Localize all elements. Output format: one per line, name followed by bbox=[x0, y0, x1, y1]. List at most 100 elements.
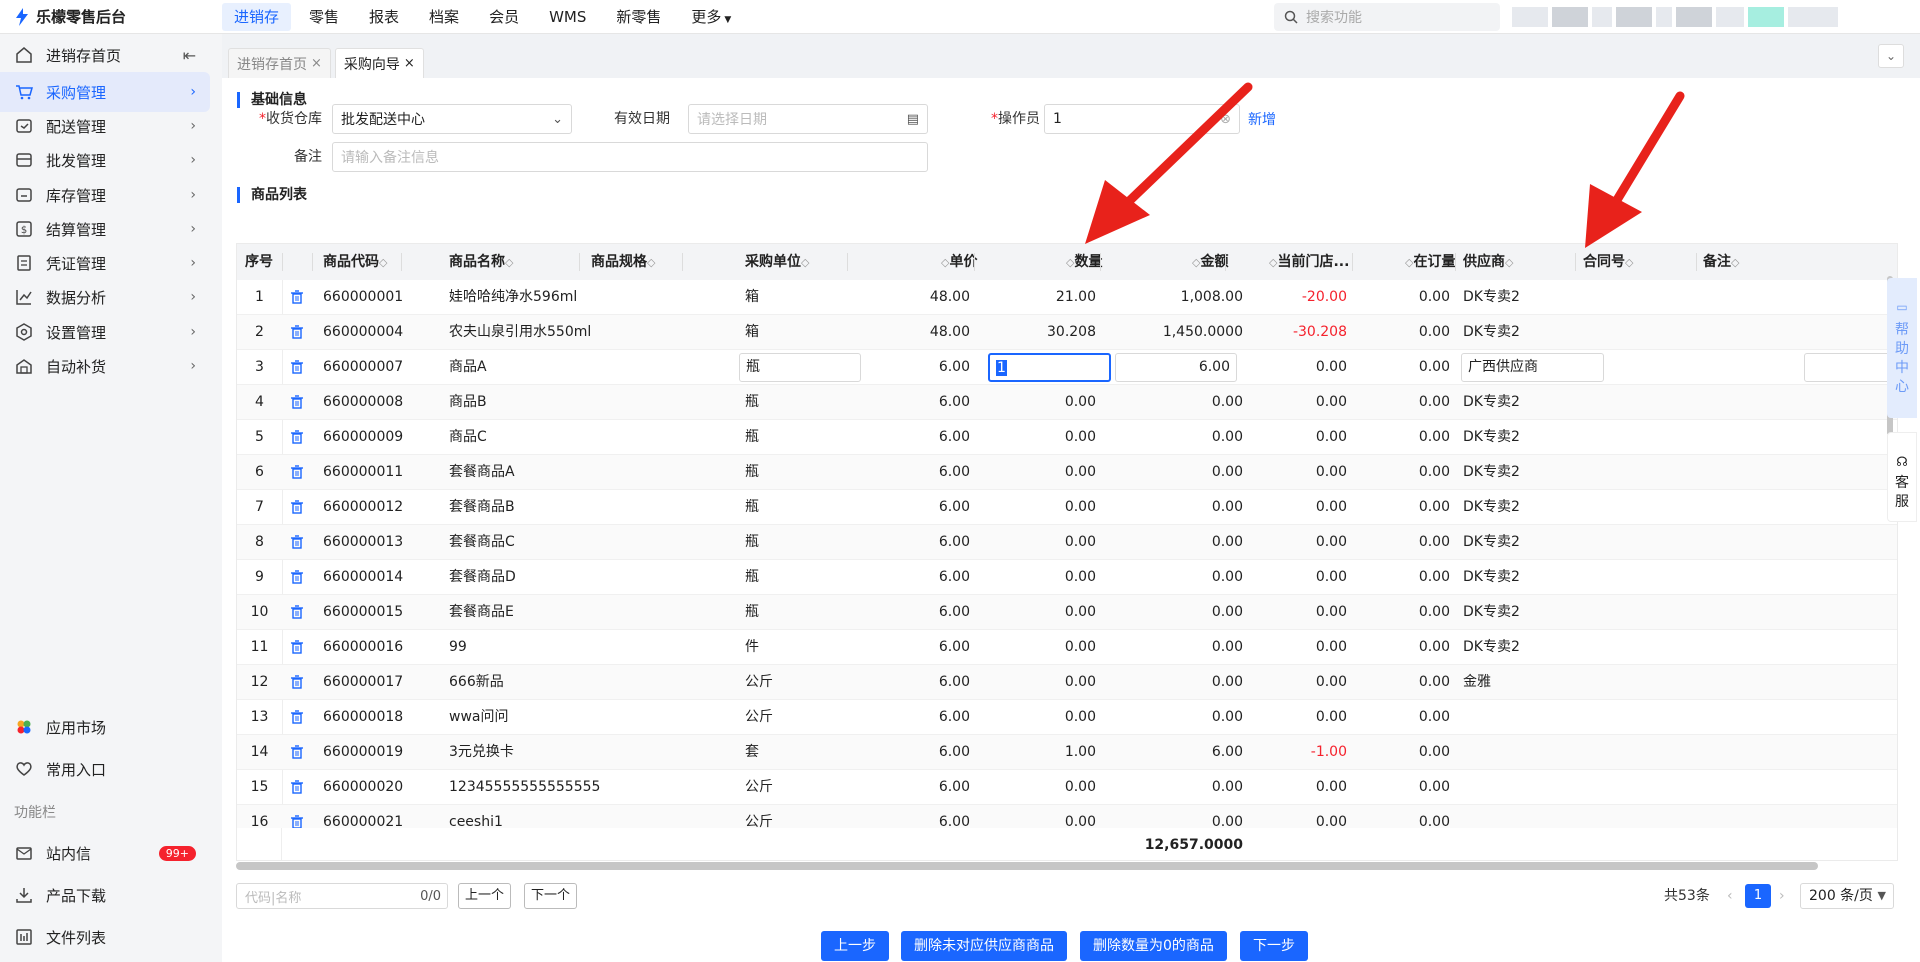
col-header-contract[interactable]: 合同号◇ bbox=[1583, 244, 1633, 280]
find-prev-button[interactable]: 上一个 bbox=[458, 883, 512, 909]
valid-date-picker[interactable]: 请选择日期 ▤ bbox=[688, 104, 928, 134]
delete-row-icon[interactable] bbox=[290, 745, 304, 759]
horizontal-scrollbar[interactable] bbox=[236, 862, 1818, 870]
tab-jxc-home[interactable]: 进销存首页 × bbox=[228, 48, 331, 78]
sidebar-item-messages[interactable]: 站内信 99+ bbox=[0, 833, 210, 873]
search-input[interactable]: 搜索功能 bbox=[1274, 3, 1500, 31]
page-size-select[interactable]: 200 条/页 ▼ bbox=[1800, 883, 1894, 909]
table-row[interactable]: 7 660000012 套餐商品B 瓶 6.00 0.00 0.00 0.00 0.00 DK专卖… bbox=[237, 490, 1897, 525]
sidebar-item-analytics[interactable]: 数据分析 › bbox=[0, 277, 210, 317]
col-header-supplier[interactable]: 供应商◇ bbox=[1463, 244, 1513, 280]
qty-input[interactable]: 1 bbox=[988, 353, 1111, 382]
delete-row-icon[interactable] bbox=[290, 500, 304, 514]
delete-row-icon[interactable] bbox=[290, 570, 304, 584]
nav-jxc[interactable]: 进销存 bbox=[222, 2, 292, 31]
close-icon[interactable]: × bbox=[404, 56, 415, 71]
col-header-qty[interactable]: ◇数量 bbox=[1066, 244, 1102, 280]
nav-new-retail[interactable]: 新零售 bbox=[604, 3, 673, 31]
table-row[interactable]: 5 660000009 商品C 瓶 6.00 0.00 0.00 0.00 0.00 DK专卖2 bbox=[237, 420, 1897, 455]
search-placeholder: 搜索功能 bbox=[1306, 10, 1362, 26]
nav-report[interactable]: 报表 bbox=[357, 3, 411, 31]
table-row[interactable]: 12 660000017 666新品 公斤 6.00 0.00 0.00 0.00 0.00 金雅 bbox=[237, 665, 1897, 700]
table-row[interactable]: 14 660000019 3元兑换卡 套 6.00 1.00 6.00 -1.00 0.00 bbox=[237, 735, 1897, 770]
next-step-button[interactable]: 下一步 bbox=[1240, 931, 1308, 961]
delete-zero-qty-button[interactable]: 删除数量为0的商品 bbox=[1080, 931, 1227, 961]
nav-archive[interactable]: 档案 bbox=[417, 3, 471, 31]
sidebar-item-app-market[interactable]: 应用市场 bbox=[0, 707, 210, 747]
delete-row-icon[interactable] bbox=[290, 430, 304, 444]
col-header-amount[interactable]: ◇金额 bbox=[1192, 244, 1228, 280]
add-operator-link[interactable]: 新增 bbox=[1248, 109, 1276, 129]
delete-row-icon[interactable] bbox=[290, 640, 304, 654]
table-row[interactable]: 1 660000001 娃哈哈纯净水596ml 箱 48.00 21.00 1,008.00… bbox=[237, 280, 1897, 315]
delete-row-icon[interactable] bbox=[290, 395, 304, 409]
table-row[interactable]: 13 660000018 wwa问问 公斤 6.00 0.00 0.00 0.00 0.00 bbox=[237, 700, 1897, 735]
amount-input[interactable]: 6.00 bbox=[1115, 353, 1237, 382]
cell-name: 99 bbox=[449, 639, 467, 655]
sidebar-item-download[interactable]: 产品下载 bbox=[0, 875, 210, 915]
page-next-icon[interactable]: › bbox=[1779, 883, 1785, 909]
col-header-name[interactable]: 商品名称◇ bbox=[449, 244, 513, 280]
supplier-input[interactable]: 广西供应商 bbox=[1461, 353, 1604, 382]
sidebar-item-wholesale[interactable]: 批发管理 › bbox=[0, 140, 210, 180]
delete-row-icon[interactable] bbox=[290, 675, 304, 689]
sidebar-item-jxc-home[interactable]: 进销存首页 ⇤ bbox=[0, 35, 210, 75]
app-logo[interactable]: 乐檬零售后台 bbox=[0, 6, 222, 27]
warehouse-select[interactable]: 批发配送中心 ⌄ bbox=[332, 104, 572, 134]
page-number-current[interactable]: 1 bbox=[1745, 884, 1771, 908]
customer-service-button[interactable]: ☊ 客 服 bbox=[1887, 432, 1917, 522]
nav-member[interactable]: 会员 bbox=[477, 3, 531, 31]
table-row[interactable]: 15 660000020 12345555555555555 公斤 6.00 0.00 0.… bbox=[237, 770, 1897, 805]
delete-row-icon[interactable] bbox=[290, 780, 304, 794]
operator-input[interactable]: 1 ⊗ bbox=[1044, 104, 1240, 134]
table-row[interactable]: 3 660000007 商品A 瓶 6.00 1 6.00 0.00 0.00 广西供应商 bbox=[237, 350, 1897, 385]
col-header-store-stock[interactable]: ◇当前门店... bbox=[1269, 244, 1349, 280]
delete-row-icon[interactable] bbox=[290, 360, 304, 374]
table-row[interactable]: 2 660000004 农夫山泉引用水550ml 箱 48.00 30.208 1,450.… bbox=[237, 315, 1897, 350]
tab-purchase-wizard[interactable]: 采购向导 × bbox=[334, 48, 424, 78]
col-header-on-order[interactable]: ◇在订量 bbox=[1405, 244, 1455, 280]
delete-row-icon[interactable] bbox=[290, 710, 304, 724]
find-next-button[interactable]: 下一个 bbox=[524, 883, 578, 909]
prev-step-button[interactable]: 上一步 bbox=[821, 931, 889, 961]
col-header-spec[interactable]: 商品规格◇ bbox=[591, 244, 655, 280]
col-header-price[interactable]: ◇单价 bbox=[941, 244, 977, 280]
unit-input[interactable]: 瓶 bbox=[739, 353, 861, 382]
help-center-button[interactable]: ▭ 帮 助 中 心 bbox=[1887, 278, 1917, 418]
close-icon[interactable]: × bbox=[311, 56, 322, 71]
sidebar-item-favorites[interactable]: 常用入口 bbox=[0, 749, 210, 789]
table-row[interactable]: 9 660000014 套餐商品D 瓶 6.00 0.00 0.00 0.00 0.00 DK专卖… bbox=[237, 560, 1897, 595]
delete-row-icon[interactable] bbox=[290, 465, 304, 479]
page-prev-icon[interactable]: ‹ bbox=[1727, 883, 1733, 909]
col-header-remark[interactable]: 备注◇ bbox=[1703, 244, 1739, 280]
table-row[interactable]: 6 660000011 套餐商品A 瓶 6.00 0.00 0.00 0.00 0.00 DK专卖… bbox=[237, 455, 1897, 490]
nav-more[interactable]: 更多 ▼ bbox=[679, 3, 743, 31]
tabs-dropdown-button[interactable]: ⌄ bbox=[1878, 44, 1904, 68]
remark-cell-input[interactable] bbox=[1804, 353, 1894, 382]
sidebar-item-replenish[interactable]: 自动补货 › bbox=[0, 346, 210, 386]
cell-price: 6.00 bbox=[938, 394, 970, 410]
cell-no: 7 bbox=[255, 499, 264, 515]
nav-retail[interactable]: 零售 bbox=[297, 3, 351, 31]
nav-wms[interactable]: WMS bbox=[537, 3, 598, 31]
table-row[interactable]: 10 660000015 套餐商品E 瓶 6.00 0.00 0.00 0.00 0.00 DK专… bbox=[237, 595, 1897, 630]
remark-input[interactable]: 请输入备注信息 bbox=[332, 142, 928, 172]
delete-row-icon[interactable] bbox=[290, 815, 304, 829]
clear-icon[interactable]: ⊗ bbox=[1220, 112, 1231, 127]
table-find-input[interactable]: 代码|名称 0/0 bbox=[236, 883, 448, 909]
sort-icon: ◇ bbox=[1731, 256, 1740, 269]
delete-row-icon[interactable] bbox=[290, 535, 304, 549]
table-row[interactable]: 8 660000013 套餐商品C 瓶 6.00 0.00 0.00 0.00 0.00 DK专卖… bbox=[237, 525, 1897, 560]
delete-row-icon[interactable] bbox=[290, 290, 304, 304]
col-header-code[interactable]: 商品代码◇ bbox=[323, 244, 387, 280]
collapse-sidebar-icon[interactable]: ⇤ bbox=[183, 46, 196, 65]
table-row[interactable]: 11 660000016 99 件 6.00 0.00 0.00 0.00 0.00 DK专卖2 bbox=[237, 630, 1897, 665]
delete-unmatched-supplier-button[interactable]: 删除未对应供应商商品 bbox=[901, 931, 1067, 961]
sidebar-item-files[interactable]: 文件列表 bbox=[0, 917, 210, 957]
delete-row-icon[interactable] bbox=[290, 325, 304, 339]
delete-row-icon[interactable] bbox=[290, 605, 304, 619]
cell-name: wwa问问 bbox=[449, 709, 509, 725]
col-header-unit[interactable]: 采购单位◇ bbox=[745, 244, 809, 280]
cell-name: 套餐商品E bbox=[449, 604, 514, 620]
table-row[interactable]: 4 660000008 商品B 瓶 6.00 0.00 0.00 0.00 0.00 DK专卖2 bbox=[237, 385, 1897, 420]
